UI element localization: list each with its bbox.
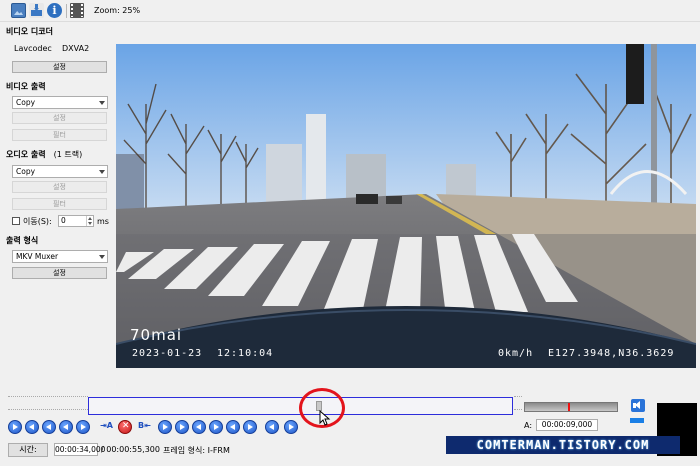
selection-a-label: A: [524, 421, 533, 430]
shift-checkbox[interactable] [12, 217, 20, 225]
film-strip-icon[interactable] [70, 3, 84, 18]
volume-handle[interactable] [568, 403, 571, 411]
mouse-cursor-icon [319, 410, 331, 426]
blog-watermark: COMTERMAN.TISTORY.COM [446, 436, 680, 454]
next-black-frame-button[interactable] [209, 420, 223, 434]
osd-time: 12:10:04 [217, 348, 274, 359]
osd-gps: E127.3948,N36.3629 [548, 348, 675, 359]
speaker-icon[interactable] [631, 399, 645, 412]
volume-slider[interactable] [524, 402, 618, 412]
step-back-button[interactable] [265, 420, 279, 434]
audio-output-title: 오디오 출력 (1 트랙) [6, 149, 82, 160]
settings-panel: 비디오 디코더 Lavcodec DXVA2 설정 비디오 출력 Copy 설정… [0, 22, 114, 384]
play-button[interactable] [8, 420, 22, 434]
zoom-label: Zoom: 25% [94, 6, 141, 15]
muxer-value: MKV Muxer [16, 252, 59, 261]
info-icon[interactable]: i [47, 3, 62, 18]
audio-output-label: 오디오 출력 [6, 150, 46, 159]
save-icon[interactable] [29, 3, 44, 18]
marker-a-label: A [106, 421, 113, 430]
goto-a-button[interactable] [158, 420, 172, 434]
decoder-key: Lavcodec [14, 44, 52, 53]
marker-b-button[interactable]: B⇤ [138, 421, 151, 430]
video-output-title: 비디오 출력 [6, 82, 46, 91]
decoder-config-button[interactable]: 설정 [12, 61, 107, 73]
chevron-down-icon [99, 170, 105, 174]
marker-b-label: B [138, 421, 145, 430]
toolbar-separator [66, 4, 67, 18]
shift-input[interactable]: 0 [58, 215, 94, 227]
shift-label: 이동(S): [23, 217, 52, 226]
step-forward-button[interactable] [284, 420, 298, 434]
muxer-config-button[interactable]: 설정 [12, 267, 107, 279]
frame-type: 프레임 형식: I-FRM [163, 446, 230, 455]
video-codec-select[interactable]: Copy [12, 96, 108, 109]
delete-button[interactable] [118, 420, 132, 434]
time-button[interactable]: 시간: [8, 443, 48, 457]
marker-a-button[interactable]: ⇥A [100, 421, 113, 430]
osd-date: 2023-01-23 [132, 348, 203, 359]
osd-speed: 0km/h [498, 348, 534, 359]
dashcam-brand-logo: 70mai [130, 326, 183, 344]
last-frame-button[interactable] [243, 420, 257, 434]
toolbar: i Zoom: 25% [0, 0, 700, 22]
selection-a-time[interactable]: 00:00:09,000 [536, 419, 598, 431]
spinner-icon[interactable] [86, 216, 93, 226]
decoder-value: DXVA2 [62, 44, 90, 53]
muxer-select[interactable]: MKV Muxer [12, 250, 108, 263]
goto-b-button[interactable] [175, 420, 189, 434]
video-decoder-title: 비디오 디코더 [6, 27, 53, 36]
shift-unit: ms [97, 217, 109, 226]
output-format-title: 출력 형식 [6, 236, 39, 245]
rewind-button[interactable] [25, 420, 39, 434]
open-image-icon[interactable] [11, 3, 26, 18]
first-frame-button[interactable] [226, 420, 240, 434]
video-preview: 70mai 2023-01-23 12:10:04 0km/h E127.394… [116, 44, 696, 368]
back-keyframe-button[interactable] [59, 420, 73, 434]
total-time: / 00:00:55,300 [101, 445, 160, 454]
audio-filter-button[interactable]: 필터 [12, 198, 107, 210]
current-time-field[interactable]: 00:00:34,000 [54, 443, 105, 456]
chevron-down-icon [99, 101, 105, 105]
audio-codec-value: Copy [16, 167, 36, 176]
timeline-ruler-end [514, 396, 522, 410]
video-config-button[interactable]: 설정 [12, 112, 107, 124]
volume-level-indicator [630, 418, 644, 423]
chevron-down-icon [99, 255, 105, 259]
previous-frame-button[interactable] [42, 420, 56, 434]
audio-track-count: (1 트랙) [53, 150, 83, 159]
video-filter-button[interactable]: 필터 [12, 129, 107, 141]
audio-config-button[interactable]: 설정 [12, 181, 107, 193]
dashcam-frame-image [116, 44, 696, 368]
audio-codec-select[interactable]: Copy [12, 165, 108, 178]
timeline-ruler [8, 396, 88, 410]
previous-black-frame-button[interactable] [192, 420, 206, 434]
shift-value: 0 [61, 216, 66, 225]
forward-keyframe-button[interactable] [76, 420, 90, 434]
video-codec-value: Copy [16, 98, 36, 107]
